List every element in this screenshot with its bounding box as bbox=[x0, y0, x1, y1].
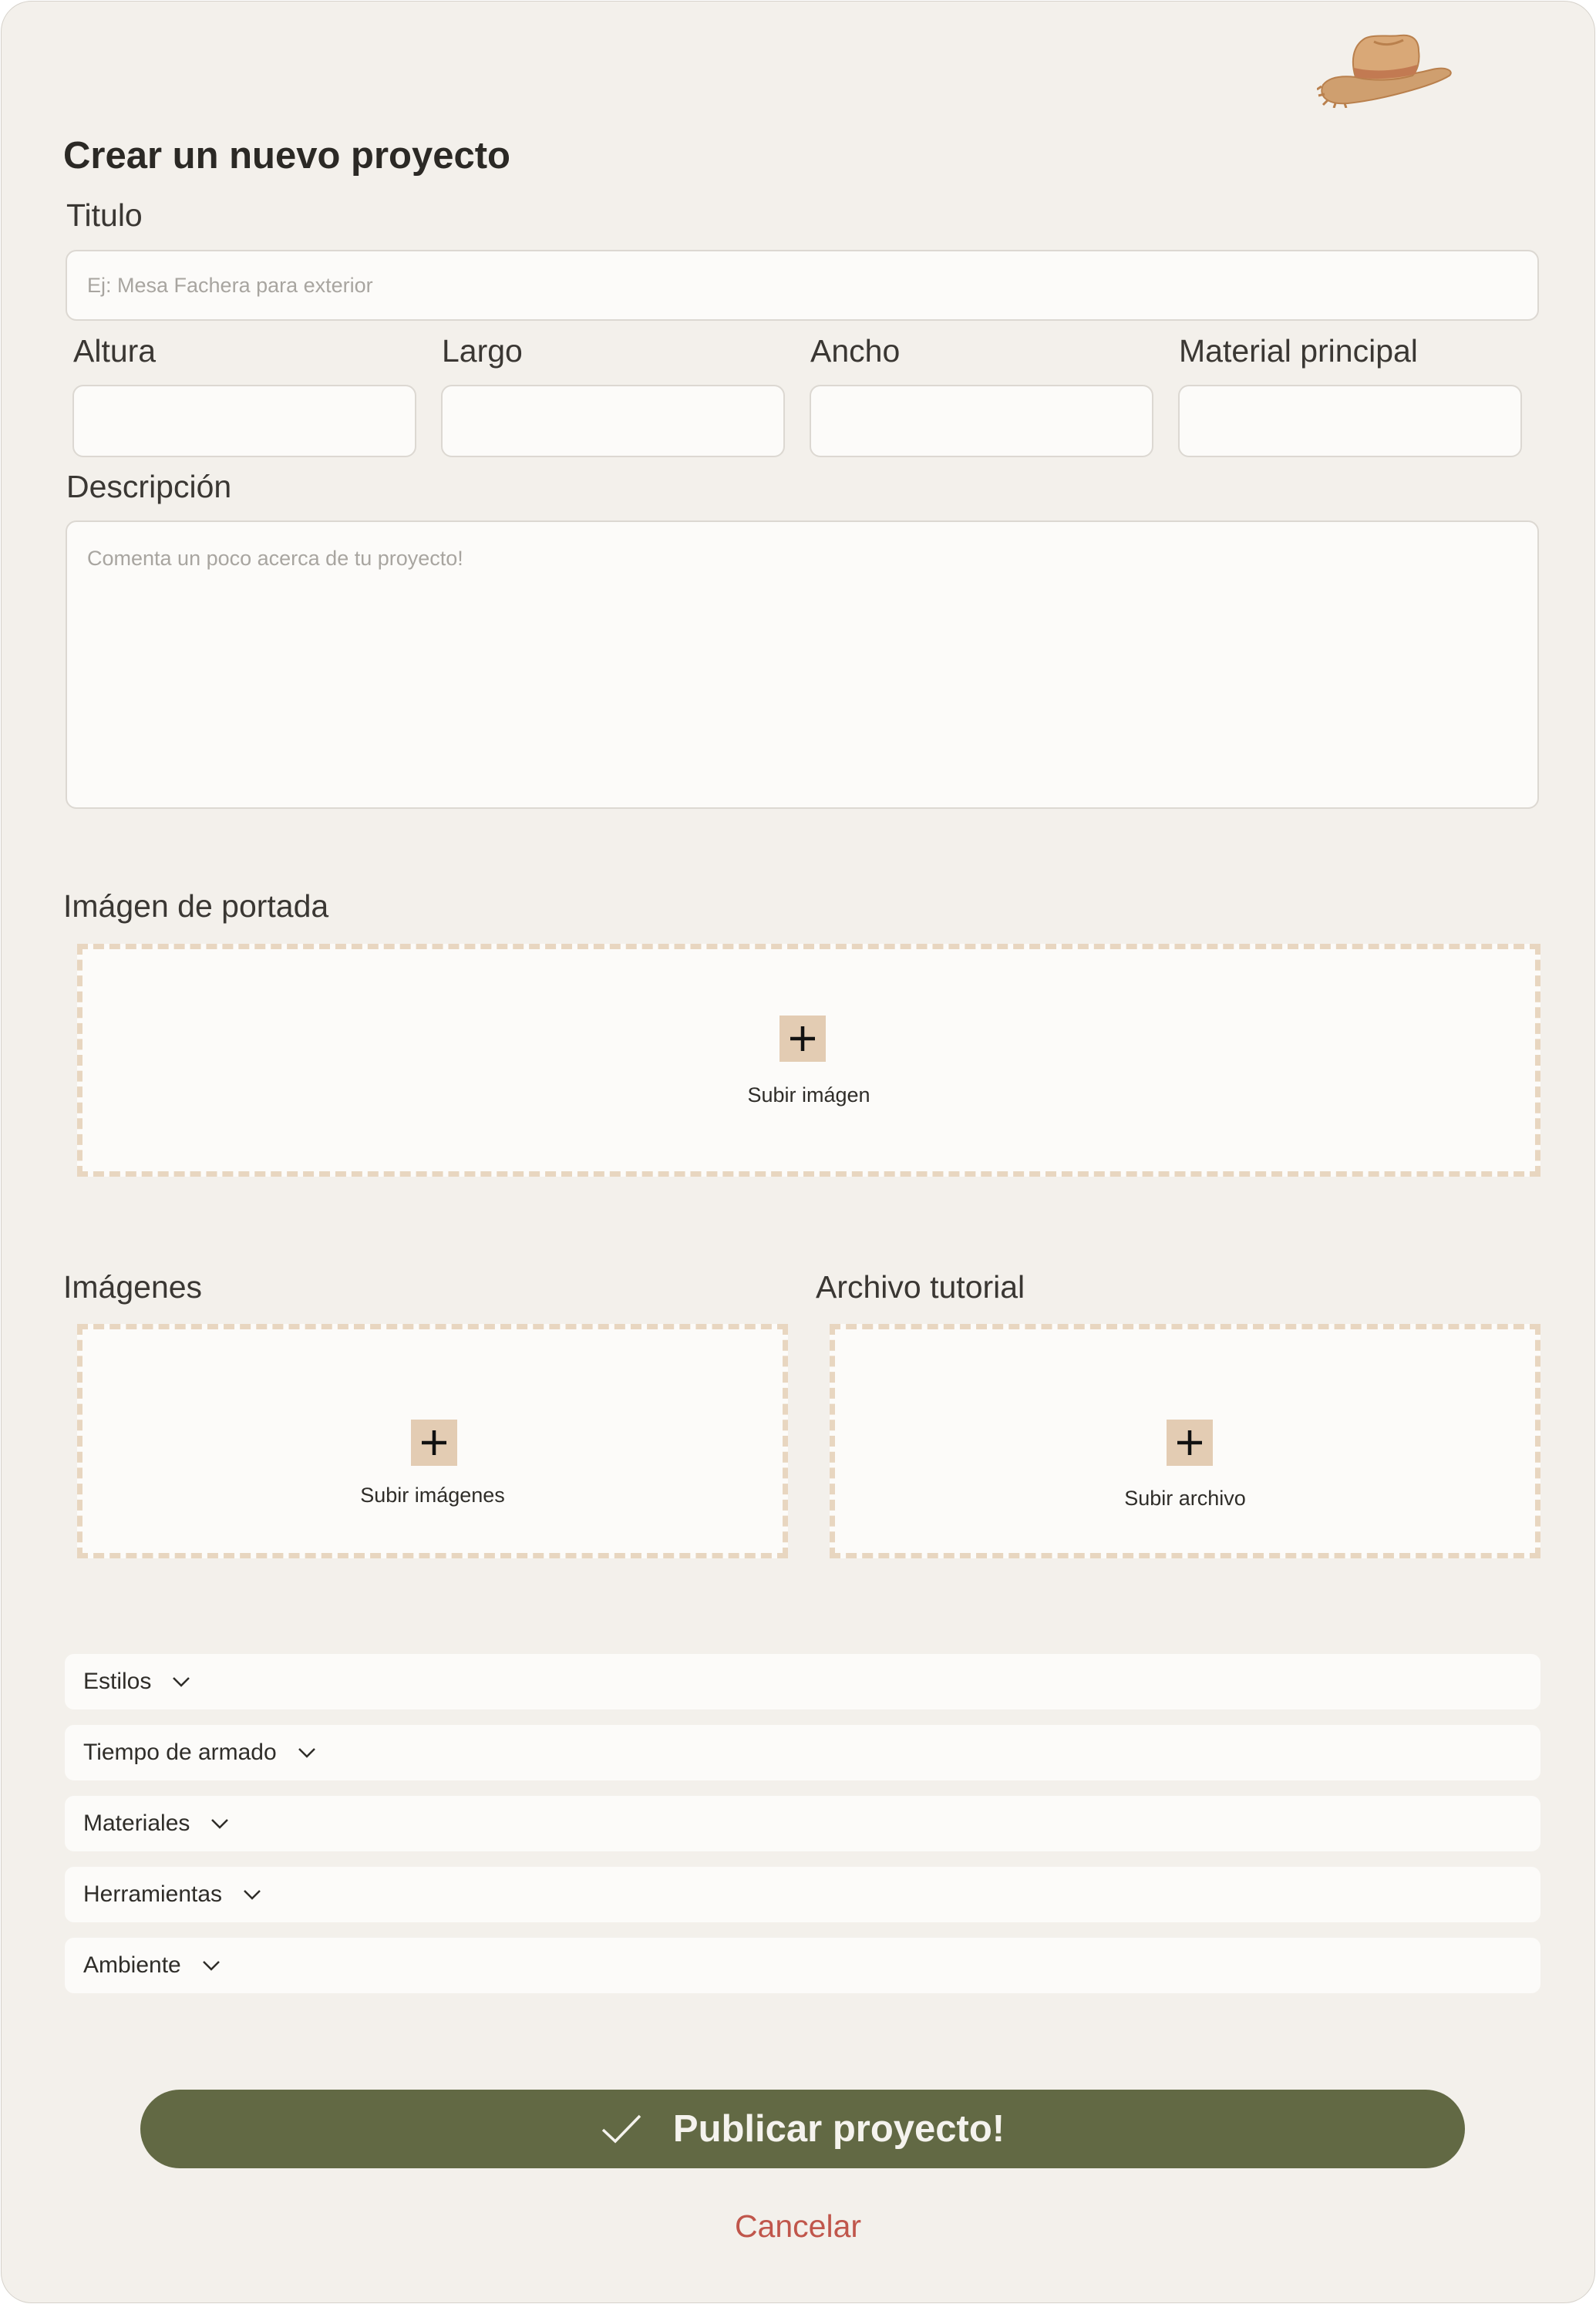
tiempo-de-armado-dropdown[interactable]: Tiempo de armado bbox=[65, 1725, 1540, 1780]
altura-input[interactable] bbox=[72, 385, 416, 457]
ancho-label: Ancho bbox=[810, 333, 901, 369]
descripcion-label: Descripción bbox=[66, 469, 232, 504]
cowboy-hat-icon bbox=[1316, 31, 1456, 109]
materiales-dropdown[interactable]: Materiales bbox=[65, 1796, 1540, 1851]
chevron-down-icon bbox=[202, 1961, 220, 1971]
imagenes-upload-dropzone[interactable]: Subir imágenes bbox=[77, 1324, 788, 1558]
publish-button-label: Publicar proyecto! bbox=[672, 2108, 1005, 2150]
plus-icon bbox=[1167, 1420, 1213, 1466]
chevron-down-icon bbox=[244, 1890, 261, 1900]
create-project-form: Crear un nuevo proyecto Titulo Altura La… bbox=[1, 1, 1595, 2303]
imagenes-label: Imágenes bbox=[63, 1269, 203, 1305]
altura-label: Altura bbox=[73, 333, 157, 369]
dropdown-label: Materiales bbox=[83, 1811, 190, 1836]
estilos-dropdown[interactable]: Estilos bbox=[65, 1654, 1540, 1709]
largo-label: Largo bbox=[442, 333, 523, 369]
chevron-down-icon bbox=[211, 1819, 229, 1829]
dropdown-label: Herramientas bbox=[83, 1881, 223, 1907]
portada-upload-dropzone[interactable]: Subir imágen bbox=[77, 944, 1540, 1177]
cancel-link[interactable]: Cancelar bbox=[2, 2208, 1594, 2245]
dropdown-label: Ambiente bbox=[83, 1952, 181, 1978]
page-title: Crear un nuevo proyecto bbox=[63, 135, 510, 177]
largo-input[interactable] bbox=[441, 385, 785, 457]
plus-icon bbox=[779, 1016, 826, 1062]
imagenes-upload-label: Subir imágenes bbox=[360, 1484, 505, 1507]
material-label: Material principal bbox=[1179, 333, 1418, 369]
ambiente-dropdown[interactable]: Ambiente bbox=[65, 1938, 1540, 1993]
publish-project-button[interactable]: Publicar proyecto! bbox=[140, 2090, 1465, 2168]
archivo-upload-dropzone[interactable]: Subir archivo bbox=[830, 1324, 1540, 1558]
herramientas-dropdown[interactable]: Herramientas bbox=[65, 1867, 1540, 1922]
portada-label: Imágen de portada bbox=[63, 888, 329, 924]
chevron-down-icon bbox=[298, 1748, 315, 1758]
titulo-input[interactable] bbox=[66, 250, 1539, 321]
ancho-input[interactable] bbox=[810, 385, 1153, 457]
material-input[interactable] bbox=[1178, 385, 1522, 457]
dropdown-label: Tiempo de armado bbox=[83, 1740, 277, 1765]
titulo-label: Titulo bbox=[66, 197, 143, 233]
descripcion-textarea[interactable] bbox=[66, 520, 1539, 809]
archivo-upload-label: Subir archivo bbox=[1124, 1487, 1246, 1510]
check-icon bbox=[601, 2114, 641, 2144]
chevron-down-icon bbox=[173, 1677, 190, 1687]
dropdown-label: Estilos bbox=[83, 1669, 152, 1694]
portada-upload-label: Subir imágen bbox=[747, 1083, 870, 1107]
plus-icon bbox=[411, 1420, 457, 1466]
archivo-label: Archivo tutorial bbox=[816, 1269, 1025, 1305]
